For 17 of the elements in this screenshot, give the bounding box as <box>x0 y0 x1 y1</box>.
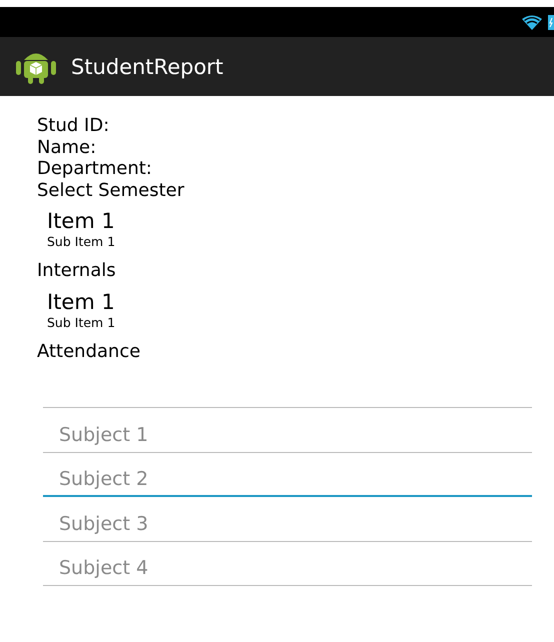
list-item-subtitle: Sub Item 1 <box>47 233 116 250</box>
wifi-icon <box>522 14 542 30</box>
input-field[interactable]: Subject 1 <box>43 408 532 452</box>
list-item-subtitle: Sub Item 1 <box>47 314 116 330</box>
field-label: Stud ID: <box>37 115 110 136</box>
section-heading: Select Semester <box>37 180 186 201</box>
list-item-title[interactable]: Item 1 <box>47 209 115 233</box>
list-item-title[interactable]: Item 1 <box>47 290 115 314</box>
input-field[interactable]: Subject 2 <box>43 452 532 497</box>
input-field[interactable]: Subject 4 <box>43 542 532 586</box>
field-label: Name: <box>37 136 98 158</box>
section-heading: Attendance <box>37 340 142 362</box>
section-heading: Internals <box>37 260 117 282</box>
app-title: StudentReport <box>71 54 224 78</box>
field-label: Department: <box>37 158 153 180</box>
battery-icon <box>548 14 554 30</box>
input-field[interactable]: Subject 3 <box>43 497 532 542</box>
